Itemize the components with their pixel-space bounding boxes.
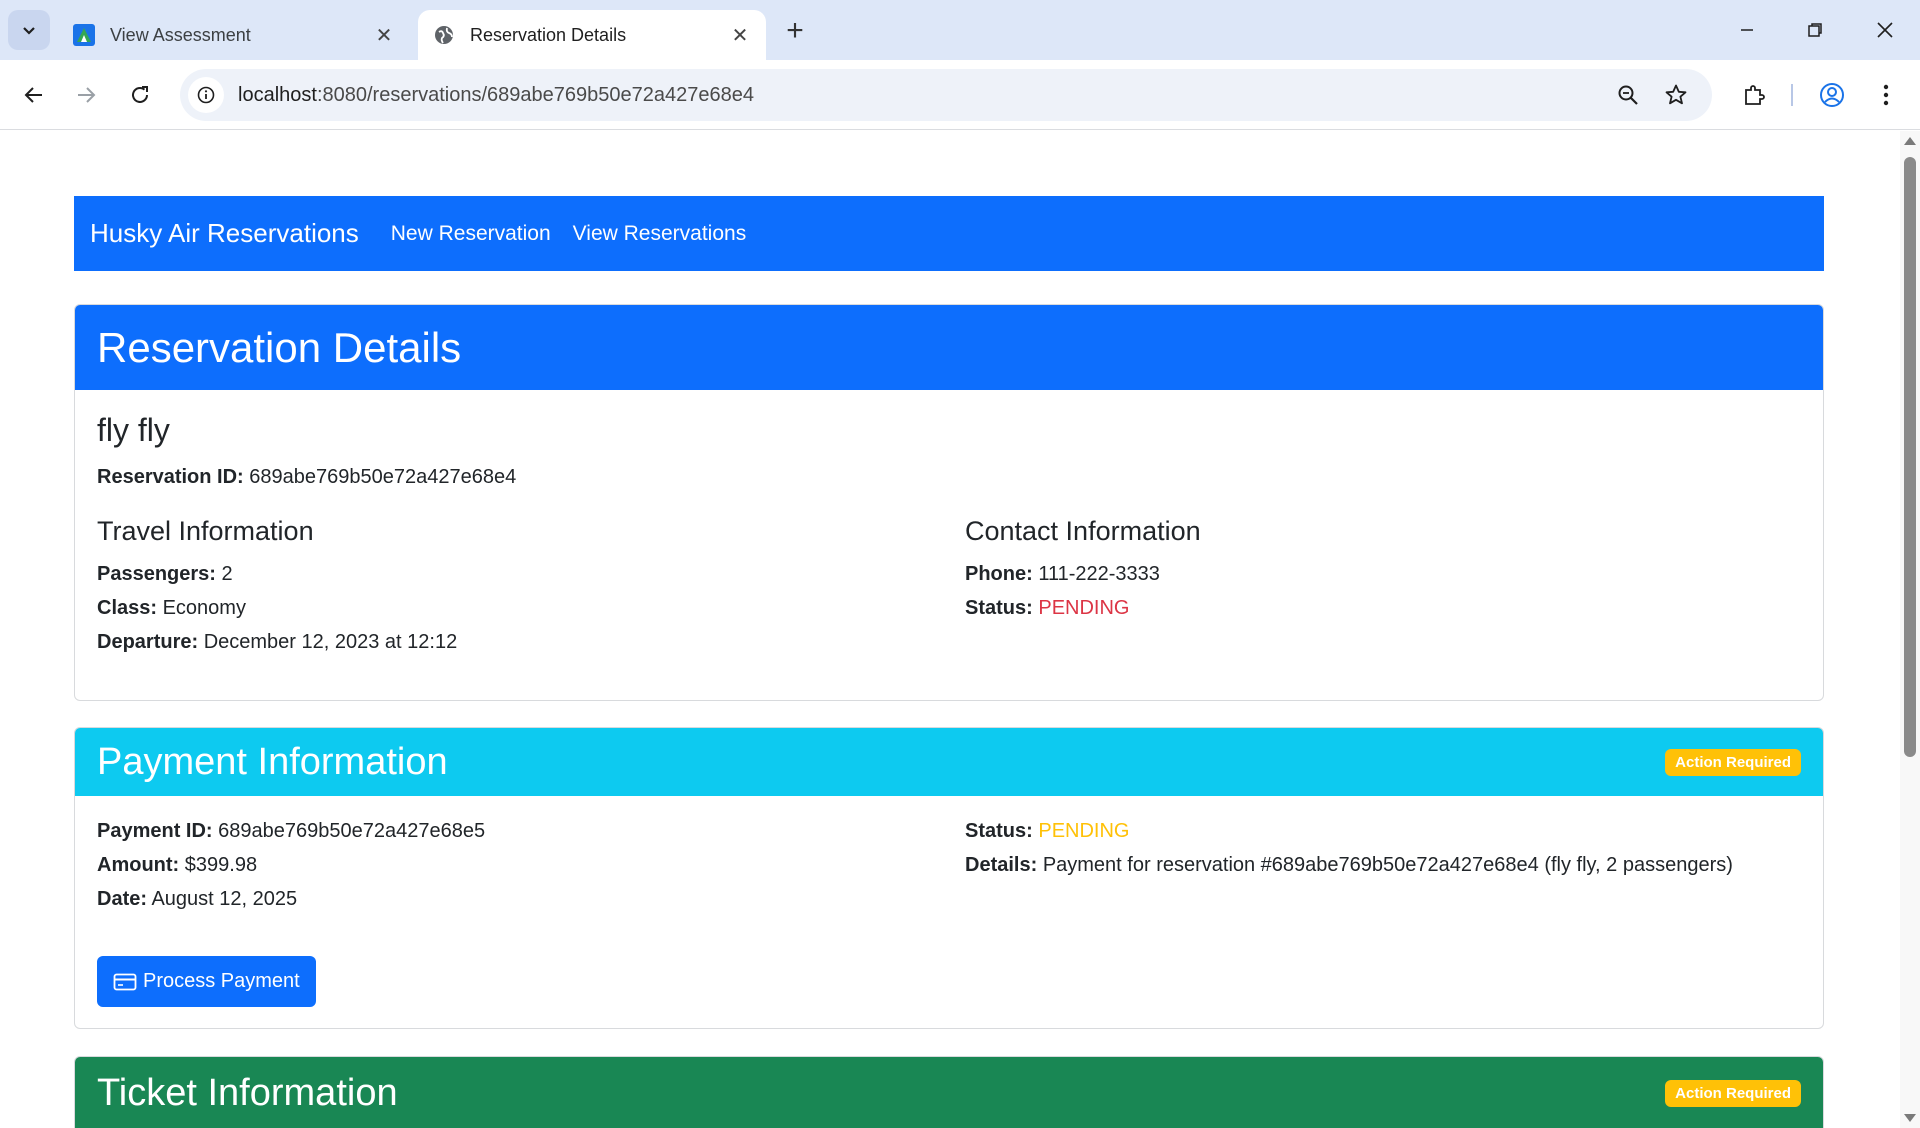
tab-title: Reservation Details (470, 24, 627, 45)
close-window-icon[interactable] (1862, 10, 1908, 50)
passengers-label: Passengers: (97, 563, 216, 585)
travel-information-heading: Travel Information (97, 516, 314, 546)
process-payment-label: Process Payment (143, 970, 300, 992)
payment-status-label: Status: (965, 820, 1033, 842)
site-info-icon[interactable] (188, 77, 224, 113)
ticket-information-card: Ticket Information Action Required (74, 1056, 1824, 1128)
reservation-details-title: Reservation Details (97, 323, 462, 371)
url-text: localhost:8080/reservations/689abe769b50… (238, 84, 754, 107)
class-field: Class: Economy (97, 595, 457, 621)
bookmark-star-icon[interactable] (1656, 75, 1696, 115)
phone-value: 111-222-3333 (1038, 563, 1160, 585)
payment-status-field: Status: PENDING (965, 818, 1733, 844)
payment-right-column: Status: PENDING Details: Payment for res… (965, 818, 1733, 886)
extensions-puzzle-icon[interactable] (1734, 75, 1774, 115)
payment-date-label: Date: (97, 888, 148, 910)
payment-card-header: Payment Information Action Required (75, 728, 1823, 796)
nav-link-view-reservations[interactable]: View Reservations (573, 222, 747, 246)
browser-toolbar: localhost:8080/reservations/689abe769b50… (0, 60, 1920, 130)
tab-reservation-details[interactable]: Reservation Details ✕ (418, 10, 766, 60)
class-value: Economy (162, 597, 246, 619)
toolbar-divider (1791, 84, 1793, 106)
reservation-id-field: Reservation ID: 689abe769b50e72a427e68e4 (97, 464, 516, 490)
reservation-status-label: Status: (965, 597, 1033, 619)
departure-value: December 12, 2023 at 12:12 (203, 631, 458, 653)
reload-icon[interactable] (120, 75, 160, 115)
ticket-information-title: Ticket Information (97, 1071, 398, 1114)
reservation-name: fly fly (97, 412, 170, 448)
payment-details-value: Payment for reservation #689abe769b50e72… (1042, 854, 1733, 876)
contact-information-heading: Contact Information (965, 516, 1201, 546)
class-label: Class: (97, 597, 158, 619)
tab-close-icon[interactable]: ✕ (726, 21, 754, 49)
ticket-card-header: Ticket Information Action Required (75, 1057, 1823, 1128)
page-viewport: Husky Air Reservations New Reservation V… (0, 131, 1900, 1128)
restore-icon[interactable] (1792, 10, 1838, 50)
phone-label: Phone: (965, 563, 1033, 585)
browser-tab-strip: View Assessment ✕ Reservation Details ✕ … (0, 0, 1920, 60)
scrollbar-thumb[interactable] (1904, 157, 1916, 757)
reservation-card-header: Reservation Details (75, 305, 1823, 390)
payment-information-title: Payment Information (97, 740, 448, 783)
tab-title: View Assessment (110, 24, 251, 45)
reservation-id-label: Reservation ID: (97, 466, 244, 488)
reservation-id-value: 689abe769b50e72a427e68e4 (249, 466, 517, 488)
credit-card-icon (113, 973, 137, 990)
payment-date-field: Date: August 12, 2025 (97, 886, 485, 912)
payment-status-value: PENDING (1038, 820, 1130, 842)
browser-menu-icon[interactable] (1866, 75, 1906, 115)
scroll-up-arrow-icon[interactable] (1904, 137, 1916, 145)
payment-information-card: Payment Information Action Required Paym… (74, 727, 1824, 1029)
process-payment-button[interactable]: Process Payment (97, 956, 316, 1007)
payment-date-value: August 12, 2025 (151, 888, 298, 910)
scroll-down-arrow-icon[interactable] (1904, 1114, 1916, 1122)
minimize-icon[interactable] (1724, 10, 1770, 50)
site-navbar: Husky Air Reservations New Reservation V… (74, 196, 1824, 271)
zoom-icon[interactable] (1608, 75, 1648, 115)
reservation-status-field: Status: PENDING (965, 595, 1201, 621)
departure-field: Departure: December 12, 2023 at 12:12 (97, 629, 457, 655)
amount-field: Amount: $399.98 (97, 852, 485, 878)
reservation-status-value: PENDING (1038, 597, 1130, 619)
ticket-action-required-badge: Action Required (1665, 1079, 1801, 1107)
passengers-value: 2 (221, 563, 233, 585)
payment-left-column: Payment ID: 689abe769b50e72a427e68e5 Amo… (97, 818, 485, 920)
forward-arrow-icon[interactable] (66, 75, 106, 115)
tab-view-assessment[interactable]: View Assessment ✕ (58, 10, 410, 60)
app-favicon-icon (72, 23, 96, 47)
payment-id-label: Payment ID: (97, 820, 213, 842)
contact-information-section: Contact Information Phone: 111-222-3333 … (965, 516, 1201, 629)
url-host: localhost (238, 83, 317, 106)
payment-details-label: Details: (965, 854, 1038, 876)
chevron-down-icon (23, 27, 35, 35)
reservation-details-card: Reservation Details fly fly Reservation … (74, 304, 1824, 701)
departure-label: Departure: (97, 631, 199, 653)
tab-search-button[interactable] (8, 10, 50, 50)
travel-information-section: Travel Information Passengers: 2 Class: … (97, 516, 457, 663)
new-tab-plus-icon[interactable]: + (778, 14, 812, 48)
back-arrow-icon[interactable] (14, 75, 54, 115)
tab-close-icon[interactable]: ✕ (370, 21, 398, 49)
payment-id-field: Payment ID: 689abe769b50e72a427e68e5 (97, 818, 485, 844)
profile-avatar-icon[interactable] (1812, 75, 1852, 115)
payment-id-value: 689abe769b50e72a427e68e5 (218, 820, 486, 842)
address-bar[interactable]: localhost:8080/reservations/689abe769b50… (180, 69, 1712, 121)
page-scrollbar[interactable] (1900, 131, 1920, 1128)
nav-link-new-reservation[interactable]: New Reservation (391, 222, 551, 246)
passengers-field: Passengers: 2 (97, 561, 457, 587)
amount-value: $399.98 (184, 854, 258, 876)
navbar-brand[interactable]: Husky Air Reservations (90, 218, 359, 249)
phone-field: Phone: 111-222-3333 (965, 561, 1201, 587)
url-path: :8080/reservations/689abe769b50e72a427e6… (316, 83, 754, 106)
payment-details-field: Details: Payment for reservation #689abe… (965, 852, 1733, 878)
globe-icon (432, 23, 456, 47)
payment-action-required-badge: Action Required (1665, 748, 1801, 776)
amount-label: Amount: (97, 854, 180, 876)
